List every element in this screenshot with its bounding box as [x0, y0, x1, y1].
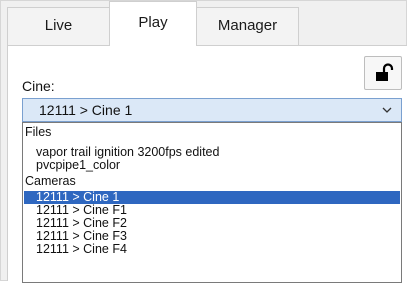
- cine-select-value: 12111 > Cine 1: [39, 102, 133, 118]
- list-item[interactable]: 12111 > Cine F4: [24, 243, 400, 256]
- chevron-down-icon[interactable]: [381, 104, 393, 116]
- tab-live[interactable]: Live: [7, 7, 110, 45]
- tab-play[interactable]: Play: [109, 1, 197, 46]
- lock-button[interactable]: [364, 56, 402, 90]
- play-panel: Cine: 12111 > Cine 1 Files vapor trail i…: [7, 45, 407, 283]
- cine-label: Cine:: [22, 78, 55, 94]
- unlocked-padlock-icon: [376, 63, 394, 81]
- cine-dropdown-list: Files vapor trail ignition 3200fps edite…: [22, 122, 402, 283]
- group-header-files: Files: [25, 125, 52, 139]
- cine-player-window: Live Play Manager Cine: 12111 > Cine 1 F…: [0, 0, 407, 283]
- group-header-cameras: Cameras: [25, 174, 76, 188]
- tab-bar: Live Play Manager: [1, 1, 406, 46]
- tab-manager[interactable]: Manager: [196, 7, 299, 45]
- list-item[interactable]: pvcpipe1_color: [24, 159, 400, 172]
- cine-select[interactable]: 12111 > Cine 1: [22, 98, 402, 122]
